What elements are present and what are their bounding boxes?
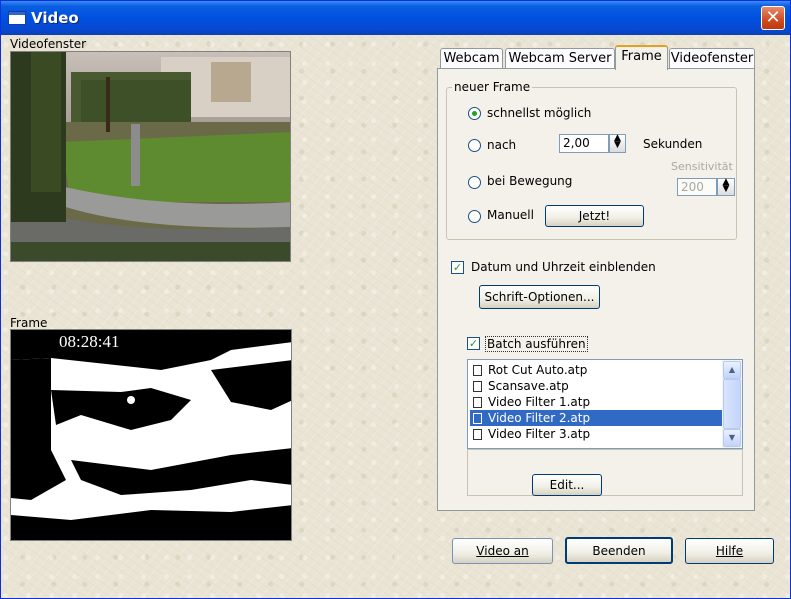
spin-down-icon: ▼ bbox=[614, 140, 621, 150]
list-item[interactable]: Video Filter 1.atp bbox=[470, 394, 722, 410]
list-scrollbar[interactable]: ▲ ▼ bbox=[722, 360, 742, 448]
new-frame-group-title: neuer Frame bbox=[452, 80, 533, 94]
video-on-button[interactable]: Video an bbox=[452, 538, 553, 564]
file-icon bbox=[473, 381, 482, 392]
close-button[interactable]: ✕ bbox=[761, 6, 785, 30]
window-title: Video bbox=[31, 9, 79, 27]
video-dialog: Video ✕ Videofenster Frame 08:28:41 Webc… bbox=[0, 0, 791, 599]
batch-checkbox[interactable]: ✓ bbox=[467, 337, 480, 350]
radio-asap-label: schnellst möglich bbox=[487, 106, 592, 120]
tab-videofenster[interactable]: Videofenster bbox=[669, 48, 755, 69]
scroll-thumb[interactable] bbox=[723, 379, 741, 429]
radio-motion-label: bei Bewegung bbox=[487, 174, 573, 188]
title-bar[interactable]: Video ✕ bbox=[1, 1, 790, 35]
radio-motion[interactable] bbox=[468, 176, 481, 189]
datetime-label: Datum und Uhrzeit einblenden bbox=[471, 260, 656, 274]
tab-frame[interactable]: Frame bbox=[615, 45, 668, 70]
scroll-up-icon[interactable]: ▲ bbox=[723, 361, 741, 379]
now-button[interactable]: Jetzt! bbox=[545, 205, 644, 227]
radio-asap[interactable] bbox=[468, 107, 481, 120]
tab-webcam[interactable]: Webcam bbox=[440, 48, 503, 69]
interval-spinner[interactable]: ▲ ▼ bbox=[609, 134, 626, 153]
spin-down-icon: ▼ bbox=[722, 184, 730, 194]
sensitivity-label: Sensitivität bbox=[671, 160, 733, 173]
camera-image bbox=[11, 52, 290, 261]
video-preview bbox=[10, 51, 291, 262]
interval-unit: Sekunden bbox=[643, 137, 703, 151]
sensitivity-input[interactable]: 200 bbox=[677, 178, 717, 196]
batch-actions-box bbox=[467, 449, 743, 496]
batch-label: Batch ausführen bbox=[485, 336, 588, 352]
quit-button[interactable]: Beenden bbox=[565, 537, 673, 564]
radio-manual[interactable] bbox=[468, 210, 481, 223]
frame-timestamp: 08:28:41 bbox=[59, 332, 119, 351]
sensitivity-spinner[interactable]: ▲ ▼ bbox=[717, 178, 735, 196]
batch-file-list[interactable]: Rot Cut Auto.atp Scansave.atp Video Filt… bbox=[467, 359, 743, 449]
list-item-selected[interactable]: Video Filter 2.atp bbox=[470, 410, 722, 426]
datetime-checkbox[interactable]: ✓ bbox=[451, 261, 464, 274]
checkmark-icon: ✓ bbox=[452, 261, 463, 274]
file-icon bbox=[473, 429, 482, 440]
video-window-label: Videofenster bbox=[10, 37, 87, 51]
scroll-down-icon[interactable]: ▼ bbox=[723, 429, 741, 447]
font-options-button[interactable]: Schrift-Optionen... bbox=[479, 285, 600, 309]
checkmark-icon: ✓ bbox=[468, 337, 479, 350]
help-button[interactable]: Hilfe bbox=[685, 538, 774, 564]
window-icon bbox=[8, 11, 26, 25]
file-icon bbox=[473, 397, 482, 408]
list-item[interactable]: Video Filter 3.atp bbox=[470, 426, 722, 442]
frame-label: Frame bbox=[10, 316, 48, 330]
radio-after-label: nach bbox=[487, 138, 517, 152]
file-icon bbox=[473, 413, 482, 424]
tab-webcam-server[interactable]: Webcam Server bbox=[505, 48, 615, 69]
radio-manual-label: Manuell bbox=[487, 208, 534, 222]
list-item[interactable]: Scansave.atp bbox=[470, 378, 722, 394]
edit-button[interactable]: Edit... bbox=[532, 474, 602, 496]
thresholded-frame-image: 08:28:41 bbox=[11, 330, 291, 540]
list-item[interactable]: Rot Cut Auto.atp bbox=[470, 362, 722, 378]
frame-preview: 08:28:41 bbox=[10, 329, 292, 541]
interval-input[interactable]: 2,00 bbox=[559, 134, 609, 153]
file-icon bbox=[473, 365, 482, 376]
radio-after[interactable] bbox=[468, 139, 481, 152]
